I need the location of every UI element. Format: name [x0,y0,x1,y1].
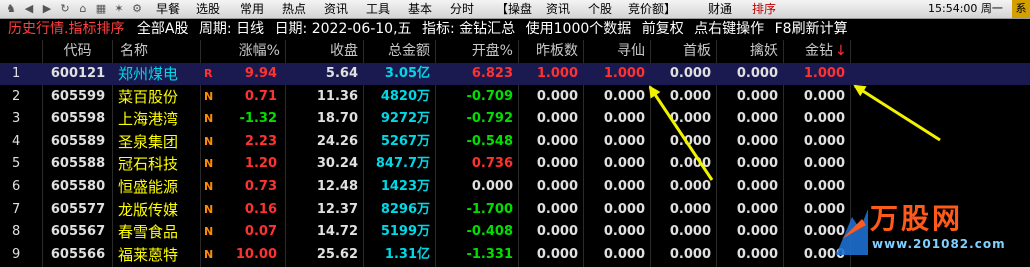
watermark: 万股网 www.201082.com [832,195,1028,265]
annotation-arrow [648,85,714,181]
watermark-title: 万股网 [870,202,964,235]
annotation-arrow [853,84,941,142]
watermark-logo-icon [836,209,868,255]
watermark-url: www.201082.com [872,237,1006,251]
